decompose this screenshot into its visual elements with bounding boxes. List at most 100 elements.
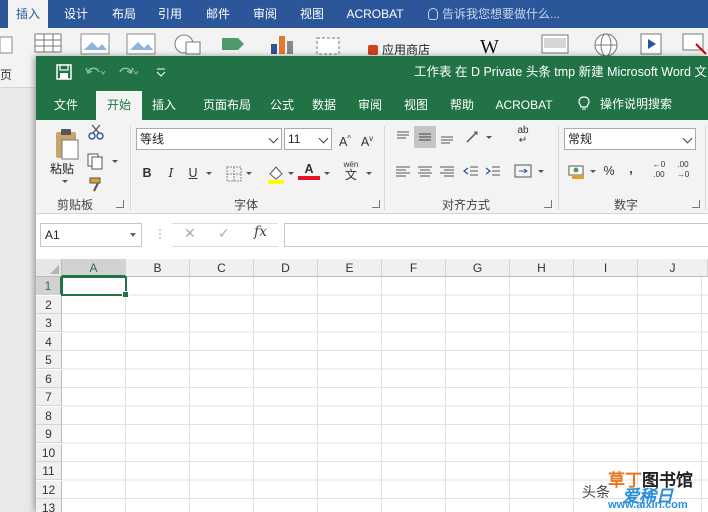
tab-data[interactable]: 数据 [302, 91, 346, 120]
word-tab-mailings[interactable]: 邮件 [198, 0, 238, 28]
align-bottom-icon[interactable] [436, 126, 458, 148]
align-left-icon[interactable] [392, 160, 414, 182]
tab-file[interactable]: 文件 [44, 91, 88, 120]
word-tell-me[interactable]: 告诉我您想要做什么... [428, 0, 560, 28]
column-header[interactable]: D [254, 259, 318, 277]
row-header[interactable]: 12 [36, 480, 62, 499]
phonetic-guide-button[interactable]: wén 文 [340, 160, 362, 182]
borders-dropdown-icon[interactable] [246, 172, 252, 175]
increase-indent-icon[interactable] [482, 160, 504, 182]
word-picture-icon[interactable] [80, 32, 110, 56]
phonetic-dropdown-icon[interactable] [366, 172, 372, 175]
row-header[interactable]: 4 [36, 332, 62, 351]
comma-button[interactable]: , [620, 158, 642, 180]
word-screenshot-icon[interactable] [314, 32, 342, 56]
save-icon[interactable] [56, 64, 72, 80]
italic-button[interactable]: I [160, 162, 182, 184]
bold-button[interactable]: B [136, 162, 158, 184]
row-header[interactable]: 11 [36, 462, 62, 480]
word-tab-layout[interactable]: 布局 [104, 0, 144, 28]
column-header[interactable]: F [382, 259, 446, 277]
insert-function-button[interactable]: fx [254, 224, 267, 240]
merge-center-icon[interactable] [512, 160, 534, 182]
align-middle-icon[interactable] [414, 126, 436, 148]
row-header[interactable]: 1 [36, 277, 62, 295]
font-size-combo[interactable]: 11 [284, 128, 332, 150]
increase-decimal-button[interactable]: ←0 .00 [648, 160, 670, 182]
word-tab-references[interactable]: 引用 [150, 0, 190, 28]
word-smartart-icon[interactable] [220, 32, 252, 56]
word-media-icon[interactable] [638, 32, 666, 56]
format-painter-icon[interactable] [88, 176, 106, 194]
column-header[interactable]: I [574, 259, 638, 277]
fill-color-dropdown-icon[interactable] [288, 172, 294, 175]
number-launcher-icon[interactable] [692, 200, 700, 208]
number-format-combo[interactable]: 常规 [564, 128, 696, 150]
tab-home[interactable]: 开始 [96, 91, 142, 120]
word-pages-icon[interactable] [0, 34, 14, 54]
word-online-picture-icon[interactable] [126, 32, 156, 56]
row-header[interactable]: 6 [36, 369, 62, 388]
word-tab-view[interactable]: 视图 [292, 0, 332, 28]
font-name-combo[interactable]: 等线 [136, 128, 282, 150]
word-table-icon[interactable] [34, 32, 62, 54]
copy-icon[interactable] [86, 152, 106, 170]
row-header[interactable]: 9 [36, 425, 62, 443]
word-tab-insert[interactable]: 插入 [8, 0, 48, 28]
orientation-icon[interactable] [462, 126, 484, 148]
row-header[interactable]: 2 [36, 295, 62, 314]
clipboard-launcher-icon[interactable] [116, 200, 124, 208]
redo-icon[interactable] [118, 64, 140, 80]
percent-button[interactable]: % [598, 160, 620, 182]
accounting-dropdown-icon[interactable] [590, 170, 596, 173]
tell-me-search[interactable]: 操作说明搜索 [578, 88, 672, 120]
copy-dropdown-icon[interactable] [112, 160, 118, 163]
word-comment-icon[interactable] [680, 32, 708, 56]
fill-color-icon[interactable] [266, 164, 286, 184]
row-header[interactable]: 13 [36, 499, 62, 512]
word-link-icon[interactable] [592, 32, 620, 58]
enter-icon[interactable]: ✓ [218, 225, 230, 242]
row-header[interactable]: 5 [36, 351, 62, 369]
align-top-icon[interactable] [392, 126, 414, 148]
shrink-font-button[interactable]: Av [356, 128, 378, 150]
active-cell-a1[interactable] [61, 276, 129, 298]
column-header[interactable]: C [190, 259, 254, 277]
column-header[interactable]: B [126, 259, 190, 277]
tab-insert[interactable]: 插入 [142, 91, 186, 120]
tab-formulas[interactable]: 公式 [260, 91, 304, 120]
underline-dropdown-icon[interactable] [206, 172, 212, 175]
column-header[interactable]: E [318, 259, 382, 277]
align-center-icon[interactable] [414, 160, 436, 182]
tab-acrobat[interactable]: ACROBAT [488, 91, 560, 120]
formula-input[interactable] [284, 223, 708, 247]
cut-icon[interactable] [88, 124, 104, 140]
name-box[interactable]: A1 [40, 223, 142, 247]
word-shapes-icon[interactable] [172, 32, 204, 56]
orientation-dropdown-icon[interactable] [486, 136, 492, 139]
tab-help[interactable]: 帮助 [440, 91, 484, 120]
word-tab-acrobat[interactable]: ACROBAT [340, 0, 410, 28]
paste-icon[interactable] [54, 128, 80, 160]
customize-qat-icon[interactable] [156, 68, 166, 78]
tab-review[interactable]: 审阅 [348, 91, 392, 120]
font-launcher-icon[interactable] [372, 200, 380, 208]
word-video-icon[interactable] [540, 32, 570, 56]
paste-label[interactable]: 粘贴 [50, 160, 74, 177]
column-header[interactable]: A [62, 259, 126, 277]
row-header[interactable]: 10 [36, 443, 62, 462]
grow-font-button[interactable]: A^ [334, 128, 356, 150]
underline-button[interactable]: U [182, 162, 204, 184]
word-chart-icon[interactable] [268, 32, 296, 56]
word-tab-review[interactable]: 审阅 [245, 0, 285, 28]
decrease-decimal-button[interactable]: .00 →0 [672, 160, 694, 182]
row-header[interactable]: 8 [36, 406, 62, 425]
column-header[interactable]: J [638, 259, 708, 277]
column-header[interactable]: G [446, 259, 510, 277]
formula-bar-grip-icon[interactable]: ⋮ [154, 227, 166, 241]
column-header[interactable]: H [510, 259, 574, 277]
font-color-dropdown-icon[interactable] [324, 172, 330, 175]
paste-dropdown-icon[interactable] [62, 180, 68, 183]
align-right-icon[interactable] [436, 160, 458, 182]
tab-view[interactable]: 视图 [394, 91, 438, 120]
